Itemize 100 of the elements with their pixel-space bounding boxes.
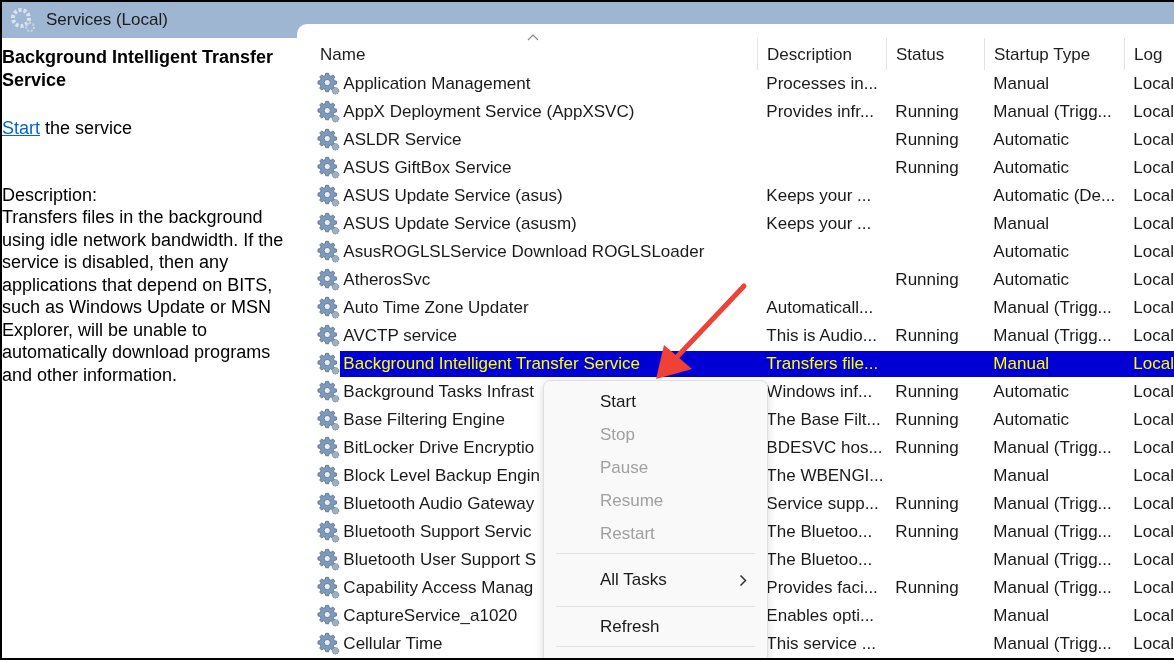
table-cell-text: Local <box>1132 634 1174 654</box>
gears-icon <box>317 156 341 180</box>
table-cell-text: Running <box>894 522 959 542</box>
gears-icon <box>317 128 341 152</box>
service-name[interactable]: AtherosSvc <box>340 270 431 290</box>
table-cell-text: Automaticall... <box>765 298 874 318</box>
table-cell-text: Local <box>1132 214 1174 234</box>
gears-icon <box>317 492 341 516</box>
table-cell-text: This service ... <box>765 634 876 654</box>
service-name[interactable]: Bluetooth Support Servic <box>340 522 532 542</box>
table-cell-text: Running <box>894 578 959 598</box>
service-title: Background Intelligent Transfer Service <box>2 46 275 91</box>
table-cell-text: Manual <box>992 606 1050 626</box>
gears-icon <box>317 576 341 600</box>
table-cell-text: Manual <box>992 354 1050 374</box>
table-cell-text: Local <box>1132 242 1174 262</box>
table-cell-text: Automatic <box>992 270 1069 290</box>
table-cell-text: Automatic <box>992 158 1069 178</box>
service-name[interactable]: Bluetooth Audio Gateway <box>340 494 535 514</box>
table-cell-text: Automatic <box>992 242 1069 262</box>
table-cell-text: Local <box>1132 606 1174 626</box>
table-cell-text: Automatic <box>992 410 1069 430</box>
service-name[interactable]: Capability Access Manag <box>340 578 534 598</box>
service-name[interactable]: ASUS Update Service (asus) <box>340 186 563 206</box>
table-cell-text: Automatic <box>992 382 1069 402</box>
description-label: Description: <box>2 183 99 206</box>
chevron-right-icon <box>739 573 747 587</box>
table-cell-text: Keeps your ... <box>765 186 872 206</box>
service-name[interactable]: AVCTP service <box>340 326 458 346</box>
table-cell-text: BDESVC hos... <box>765 438 883 458</box>
gears-icon <box>317 520 341 544</box>
gears-icon <box>317 296 341 320</box>
table-cell-text: The Bluetoo... <box>765 522 873 542</box>
table-cell-text: Keeps your ... <box>765 214 872 234</box>
table-cell-text: Manual (Trigg... <box>992 550 1112 570</box>
table-cell-text: Automatic (De... <box>992 186 1116 206</box>
gears-icon <box>317 184 341 208</box>
service-name[interactable]: ASLDR Service <box>340 130 462 150</box>
table-cell-text: Running <box>894 410 959 430</box>
table-cell-text: Running <box>894 438 959 458</box>
column-header[interactable]: Name <box>317 38 757 70</box>
description-text: Transfers files in the background using idle network bandwidth. If the service is disabled, then any applications that depend on BITS, such as Windows Update or MSN Explorer, will be unable to automatically download programs and other information. <box>2 206 285 386</box>
table-cell-text: Local <box>1132 186 1174 206</box>
menu-item[interactable]: All Tasks <box>544 557 767 603</box>
table-cell-text: The Bluetoo... <box>765 550 873 570</box>
service-name[interactable]: AppX Deployment Service (AppXSVC) <box>340 102 635 122</box>
table-cell-text: Local <box>1132 130 1174 150</box>
menu-item[interactable]: Start <box>544 385 767 418</box>
gears-icon <box>317 324 341 348</box>
service-name[interactable]: ASUS Update Service (asusm) <box>340 214 577 234</box>
service-name[interactable]: Auto Time Zone Updater <box>340 298 529 318</box>
service-name[interactable]: CaptureService_a1020 <box>340 606 518 626</box>
table-cell-text: Local <box>1132 298 1174 318</box>
service-name[interactable]: Block Level Backup Engin <box>340 466 540 486</box>
table-cell-text: Manual (Trigg... <box>992 634 1112 654</box>
column-header[interactable]: Description <box>757 38 886 70</box>
table-cell-text: Local <box>1132 494 1174 514</box>
service-name[interactable]: Bluetooth User Support S <box>340 550 537 570</box>
gears-icon <box>317 380 341 404</box>
column-header[interactable]: Startup Type <box>984 38 1124 70</box>
table-cell-text: Manual <box>992 74 1050 94</box>
service-name[interactable]: AsusROGLSLService Download ROGLSLoader <box>340 242 705 262</box>
table-cell-text: Local <box>1132 578 1174 598</box>
gear-icon <box>10 7 36 33</box>
service-name[interactable]: ASUS GiftBox Service <box>340 158 512 178</box>
table-cell-text: Local <box>1132 466 1174 486</box>
table-cell-text: Running <box>894 102 959 122</box>
table-cell-text: Running <box>894 270 959 290</box>
table-cell-text: Manual (Trigg... <box>992 522 1112 542</box>
service-name[interactable]: Background Intelligent Transfer Service <box>340 354 641 374</box>
table-cell-text: Running <box>894 130 959 150</box>
table-cell-text: Local <box>1132 410 1174 430</box>
table-cell-text: The Base Filt... <box>765 410 881 430</box>
table-cell-text: Manual (Trigg... <box>992 326 1112 346</box>
table-cell-text: Running <box>894 158 959 178</box>
service-name[interactable]: Application Management <box>340 74 531 94</box>
gears-icon <box>317 436 341 460</box>
gears-icon <box>317 632 341 656</box>
gears-icon <box>317 240 341 264</box>
table-cell-text: The WBENGI... <box>765 466 884 486</box>
table-cell-text: Manual (Trigg... <box>992 102 1112 122</box>
gears-icon <box>317 352 341 376</box>
gears-icon <box>317 268 341 292</box>
gears-icon <box>317 408 341 432</box>
column-header[interactable]: Log <box>1124 38 1174 70</box>
gears-icon <box>317 548 341 572</box>
service-name[interactable]: Cellular Time <box>340 634 443 654</box>
table-cell-text: Manual (Trigg... <box>992 494 1112 514</box>
table-cell-text: Local <box>1132 270 1174 290</box>
table-cell-text: Local <box>1132 522 1174 542</box>
table-cell-text: Local <box>1132 326 1174 346</box>
service-name[interactable]: Base Filtering Engine <box>340 410 505 430</box>
start-link[interactable]: Start <box>2 118 40 138</box>
service-name[interactable]: Background Tasks Infrast <box>340 382 534 402</box>
table-cell-text: Manual (Trigg... <box>992 298 1112 318</box>
column-header[interactable]: Status <box>886 38 984 70</box>
menu-item[interactable]: Refresh <box>544 610 767 643</box>
table-cell-text: Processes in... <box>765 74 878 94</box>
window-title: Services (Local) <box>46 10 168 30</box>
service-name[interactable]: BitLocker Drive Encryptio <box>340 438 535 458</box>
